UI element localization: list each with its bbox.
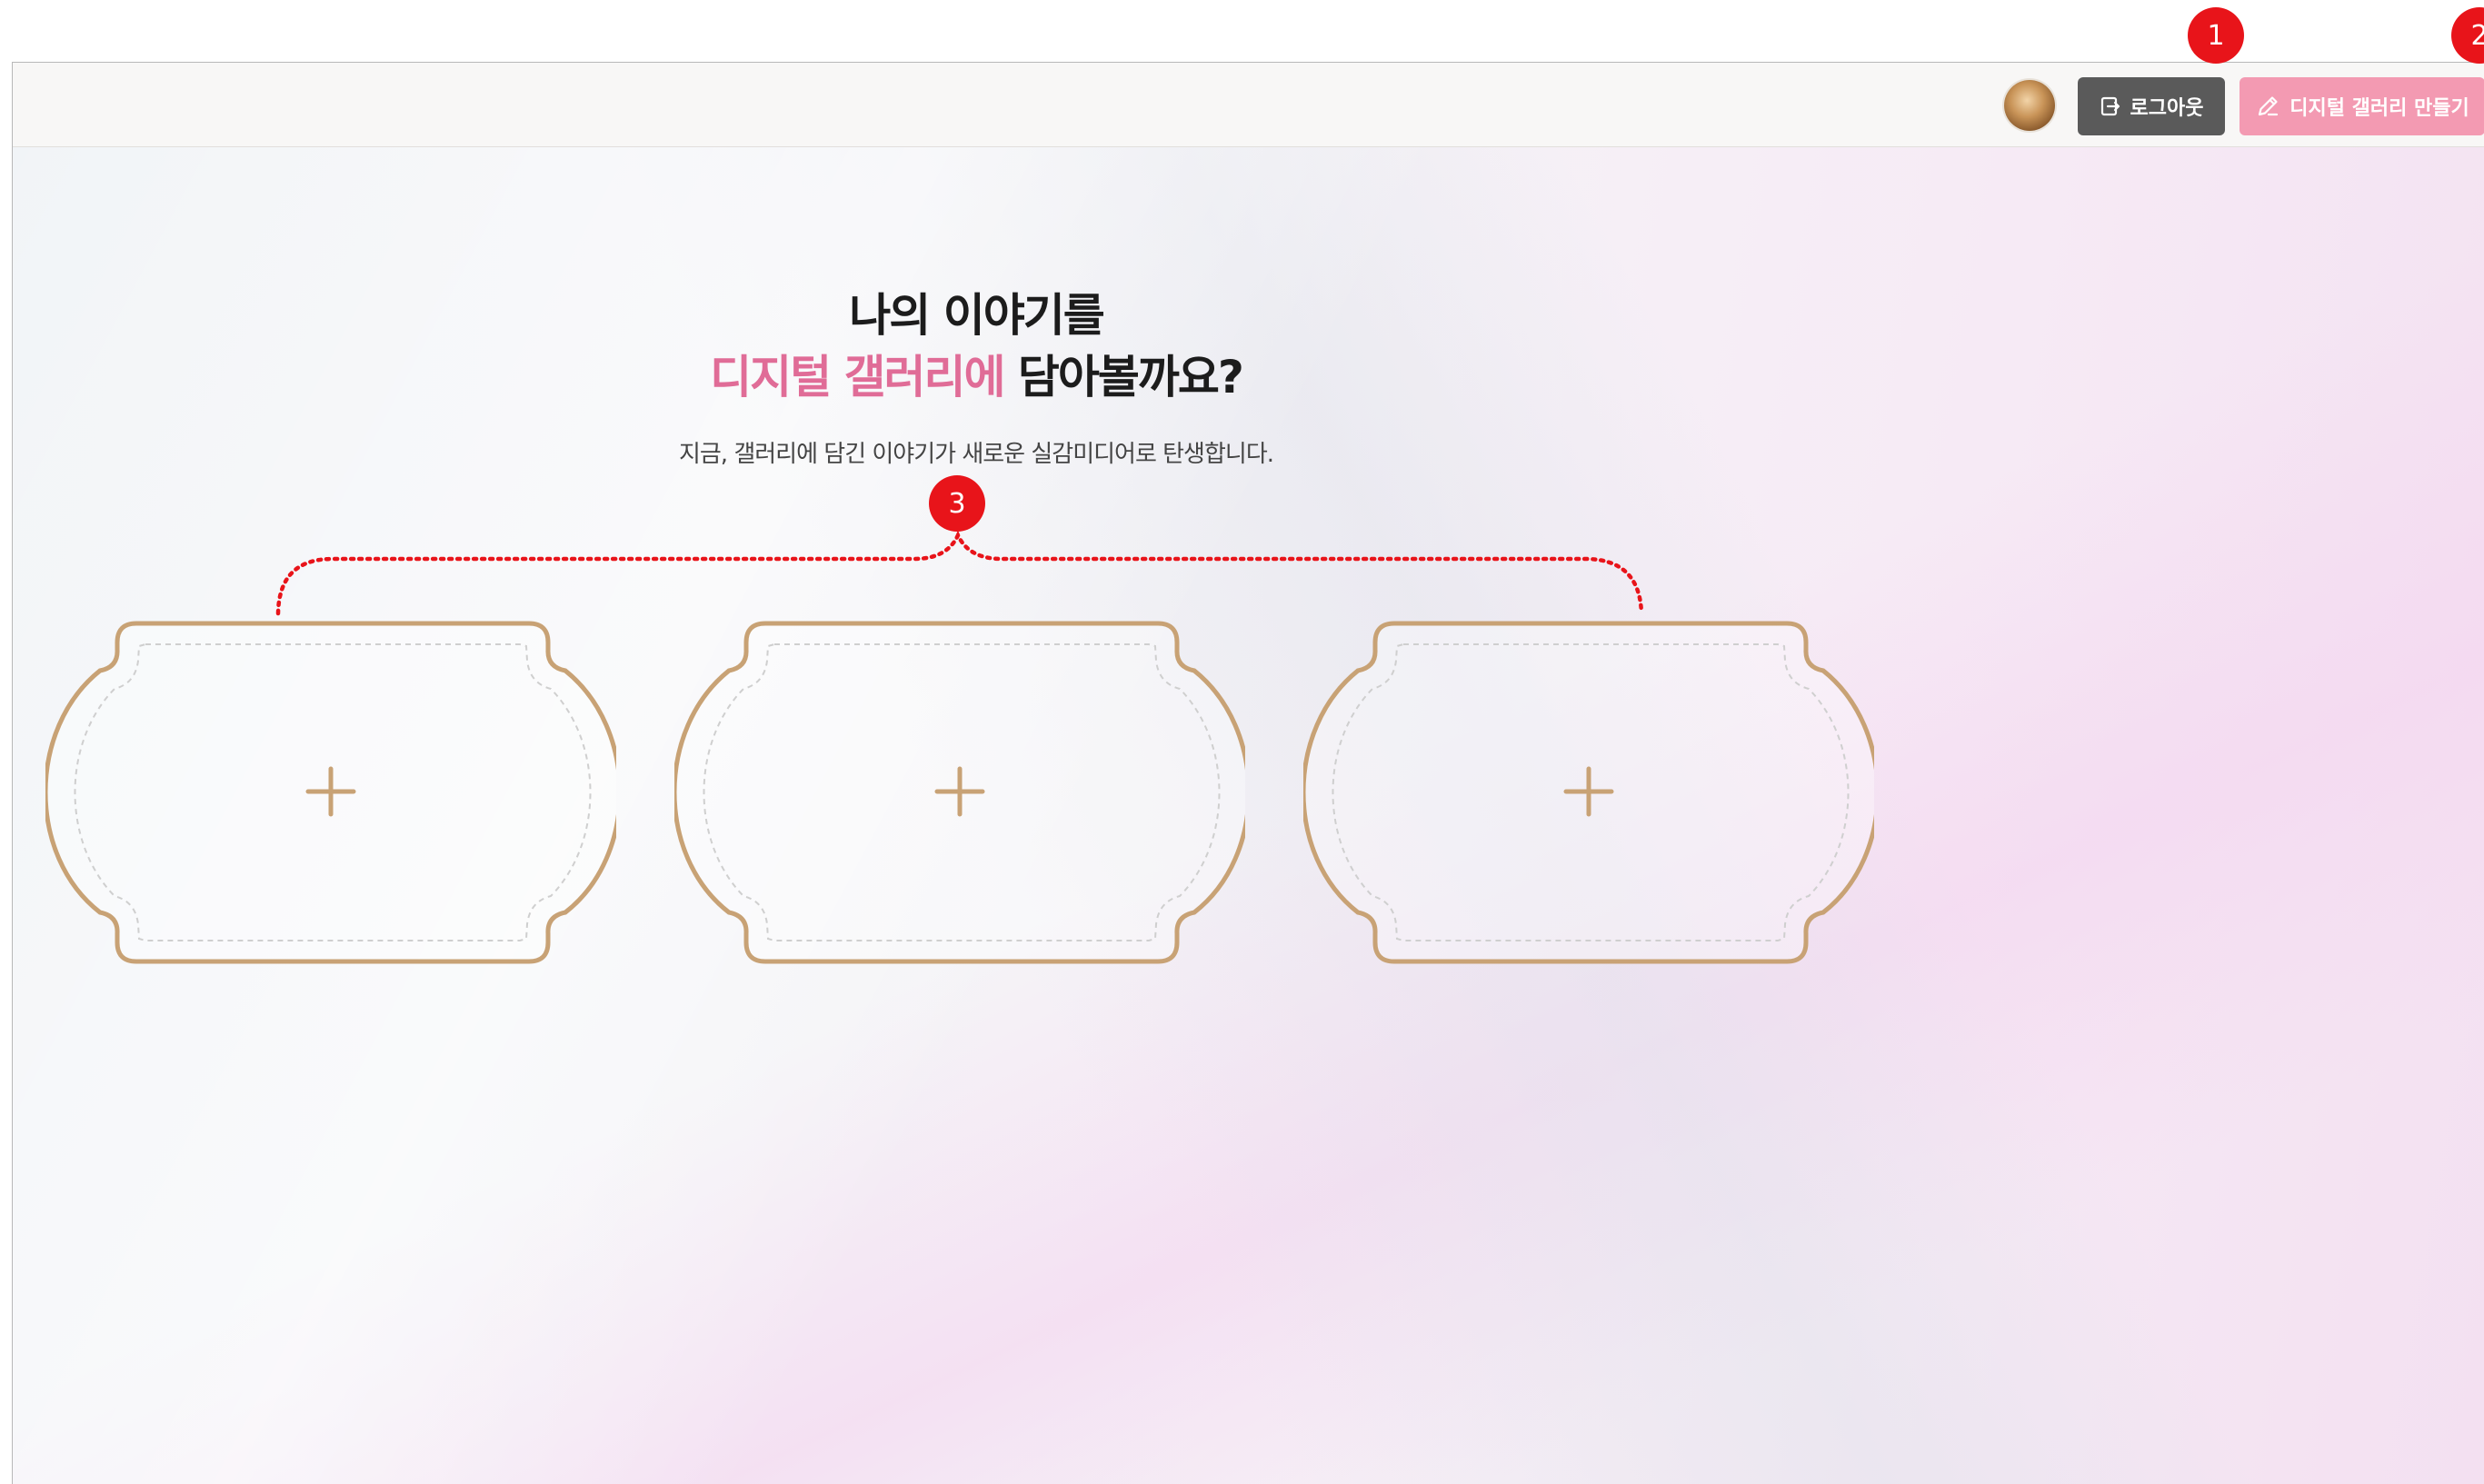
annotation-badge-2: 2	[2451, 7, 2484, 64]
gallery-slot-2[interactable]	[674, 620, 1245, 965]
annotation-connector	[275, 530, 1644, 616]
annotation-badge-1: 1	[2188, 7, 2244, 64]
gallery-slot-1[interactable]	[45, 620, 616, 965]
gallery-slot-3[interactable]	[1303, 620, 1874, 965]
annotation-badge-3: 3	[929, 475, 985, 532]
app-screen: 로그아웃 디지털 갤러리 만들기 나의 이야기를 디지털 갤러리에 담아볼까요?…	[12, 62, 2484, 1484]
